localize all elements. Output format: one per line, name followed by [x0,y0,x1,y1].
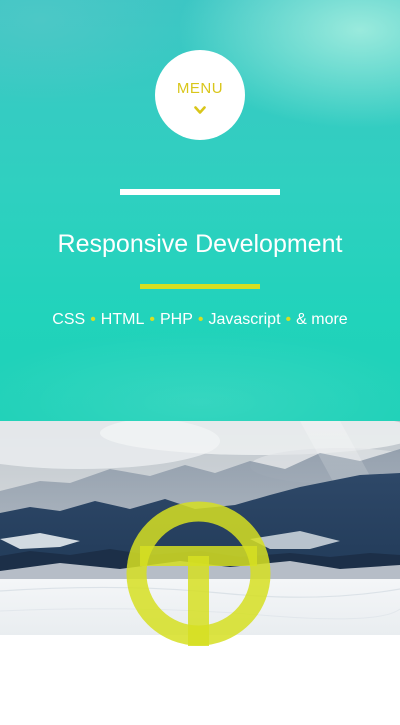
skill-item: CSS [52,311,86,328]
skill-item: HTML [100,311,145,328]
skill-separator: • [90,311,96,328]
menu-button[interactable]: MENU [155,50,245,140]
skills-list: CSS • HTML • PHP • Javascript • & more [0,311,400,329]
skill-separator: • [197,311,204,328]
title-top-divider [120,189,280,195]
skill-item: PHP [159,311,193,328]
skill-separator: • [285,311,292,328]
hero-haze [0,330,400,421]
page: MENU Responsive Development CSS • HTML • PHP… [0,0,400,725]
skill-separator: • [149,311,155,328]
skill-item: & more [296,311,348,328]
menu-label: MENU [176,80,224,97]
hero-title: Responsive Development [57,230,343,258]
title-bottom-divider [140,284,260,289]
hero-section: MENU Responsive Development CSS • HTML • PHP… [0,0,400,421]
skill-item: Javascript [208,311,281,328]
chevron-down-icon [194,106,206,114]
t-logo-icon [126,501,271,646]
